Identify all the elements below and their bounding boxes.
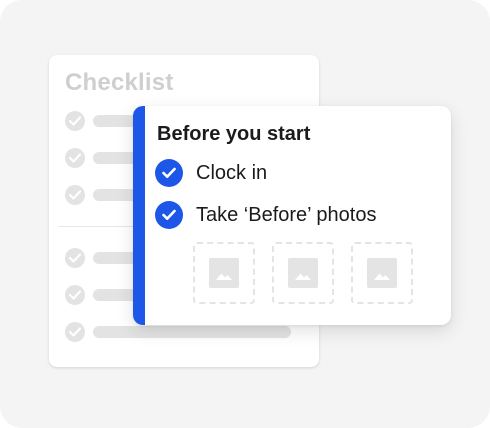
before-you-start-card: Before you start Clock in Take ‘Before’ … — [133, 106, 451, 325]
check-circle-icon — [65, 148, 85, 168]
task-label: Take ‘Before’ photos — [196, 204, 377, 226]
checklist-item-placeholder — [65, 322, 305, 342]
check-icon[interactable] — [155, 201, 183, 229]
photo-upload-slot[interactable] — [351, 242, 413, 304]
task-label: Clock in — [196, 162, 268, 184]
checklist-title: Checklist — [65, 69, 174, 96]
check-circle-icon — [65, 185, 85, 205]
placeholder-text-bar — [93, 326, 291, 338]
photo-upload-slot[interactable] — [193, 242, 255, 304]
photo-upload-slot[interactable] — [272, 242, 334, 304]
check-circle-icon — [65, 111, 85, 131]
card-title: Before you start — [157, 123, 311, 145]
check-circle-icon — [65, 248, 85, 268]
illustration-frame: Checklist Before you start Clock in Take… — [0, 0, 490, 428]
image-placeholder-icon — [209, 258, 239, 288]
check-icon[interactable] — [155, 159, 183, 187]
image-placeholder-icon — [367, 258, 397, 288]
check-circle-icon — [65, 285, 85, 305]
task-clock-in[interactable]: Clock in — [155, 159, 435, 187]
image-placeholder-icon — [288, 258, 318, 288]
check-circle-icon — [65, 322, 85, 342]
task-take-before-photos[interactable]: Take ‘Before’ photos — [155, 201, 435, 229]
card-accent-bar — [133, 106, 145, 325]
